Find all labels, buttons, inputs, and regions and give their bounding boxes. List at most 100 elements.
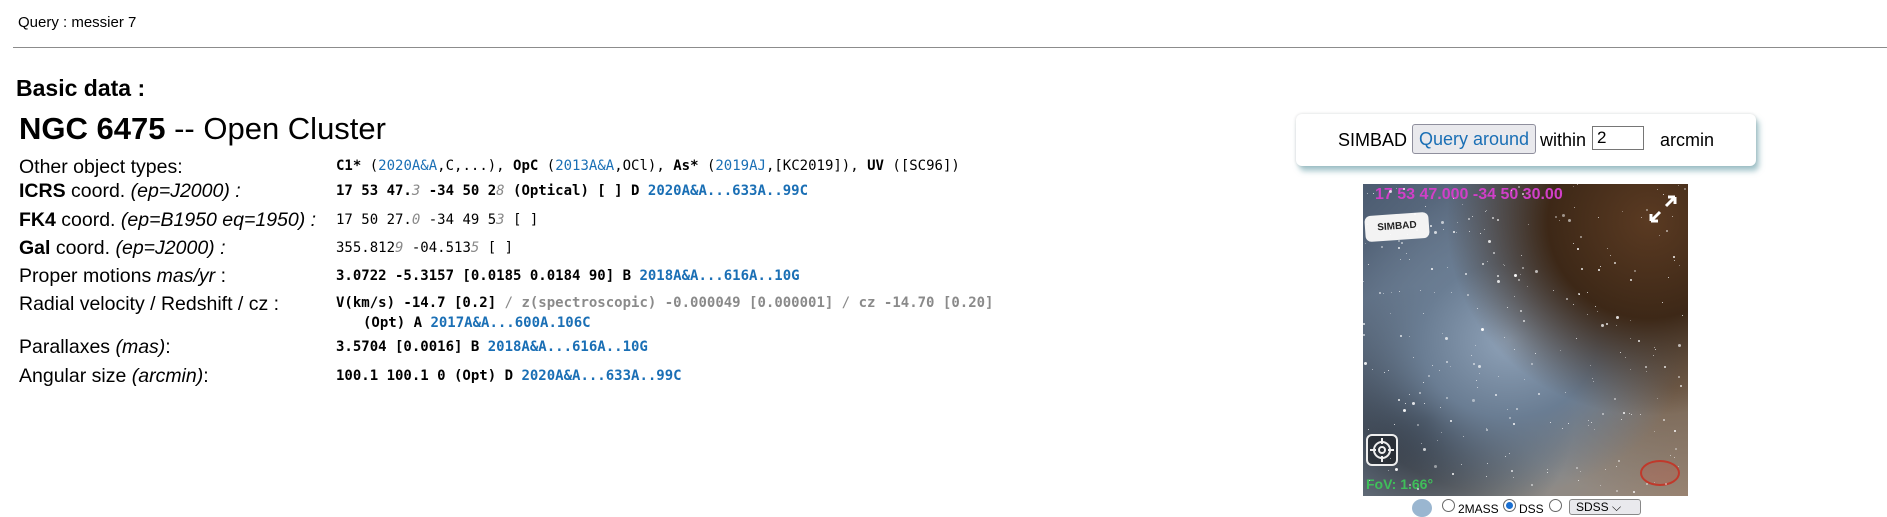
value-icrs-part[interactable]: 2020A&A...633A..99C [648,183,808,199]
value-other-types-part[interactable]: 2013A&A [555,158,614,174]
star [1670,455,1671,456]
ang-label-text: Angular size [19,365,132,387]
star [1423,382,1424,383]
value-other-types-part[interactable]: 2020A&A [378,158,437,174]
star [1472,216,1473,217]
value-proper-motions-part[interactable]: 2018A&A...616A..10G [639,268,799,284]
object-type: Open Cluster [203,111,386,146]
target-icon[interactable] [1366,434,1398,466]
star [1365,243,1366,244]
star [1468,218,1470,220]
star [1565,392,1566,393]
star [1588,425,1589,426]
ang-label-unit: (arcmin) [131,365,204,387]
star [1577,184,1578,185]
fk4-label-epoch: (ep=B1950 eq=1950) : [120,209,317,231]
star [1598,269,1600,271]
star [1428,375,1430,377]
value-gal-part: -04.513 [403,240,471,256]
star [1364,362,1367,365]
radius-input[interactable] [1592,126,1644,150]
star [1393,225,1394,226]
value-radial-velocity-ref-part[interactable]: 2017A&A...600A.106C [430,315,590,331]
value-parallaxes-part: 3.5704 [0.0016] B [336,339,488,355]
star [1580,471,1581,472]
star [1492,217,1494,219]
star [1409,336,1410,337]
star [1484,229,1485,230]
star [1472,399,1475,402]
star [1654,431,1655,432]
star [1487,261,1488,262]
simbad-logo: SIMBAD [1364,211,1430,243]
star [1597,311,1598,312]
star [1456,232,1457,233]
radio-2mass[interactable] [1442,499,1455,512]
star [1511,190,1512,191]
star [1383,293,1384,294]
star [1538,393,1540,395]
star [1453,198,1454,199]
star [1577,248,1579,250]
plx-label-unit: (mas) [115,336,166,358]
star [1446,361,1448,363]
star [1373,193,1374,194]
star [1482,263,1484,265]
star [1524,379,1525,380]
radio-sdss[interactable] [1549,499,1562,512]
value-other-types-part[interactable]: 2019AJ [715,158,766,174]
star [1630,320,1631,321]
star [1504,337,1505,338]
value-parallaxes-part[interactable]: 2018A&A...616A..10G [488,339,648,355]
value-gal-part: 355.812 [336,240,396,256]
star [1400,335,1402,337]
star [1413,357,1414,358]
star [1592,378,1593,379]
star [1622,211,1623,212]
value-icrs-part: 17 53 47. [336,183,412,199]
star [1398,399,1400,401]
star [1446,397,1448,399]
sky-viewer[interactable]: 17 53 47.000 -34 50 30.00 SIMBAD FoV: 1.… [1363,184,1688,496]
star [1514,274,1517,277]
star [1367,193,1368,194]
plx-label-text: Parallaxes [19,336,116,358]
star [1493,252,1495,254]
star [1555,216,1557,218]
star [1497,275,1499,277]
back-icon[interactable] [1412,499,1432,517]
star [1487,463,1488,464]
star [1602,413,1604,415]
star [1434,231,1437,234]
star [1403,409,1406,412]
star [1488,240,1491,243]
star [1595,306,1596,307]
query-around-button[interactable]: Query around [1412,124,1537,154]
star [1417,488,1419,490]
star [1363,281,1364,282]
star [1663,194,1664,195]
star [1682,315,1683,316]
radio-dss[interactable] [1503,499,1516,512]
survey-select[interactable]: SDSS ⌵ [1569,499,1641,515]
star [1600,266,1601,267]
star [1477,308,1478,309]
star [1390,458,1391,459]
star [1443,229,1444,230]
star [1516,408,1518,410]
star [1580,236,1582,238]
star [1638,340,1640,342]
simbad-label: SIMBAD [1338,130,1408,150]
star [1498,376,1499,377]
value-radial-velocity-part: V(km/s) -14.7 [0.2] [336,295,497,311]
star [1625,357,1626,358]
star [1440,407,1441,408]
fullscreen-icon[interactable] [1648,194,1678,224]
star [1424,403,1425,404]
star [1507,409,1508,410]
value-angular-size-part[interactable]: 2020A&A...633A..99C [521,368,681,384]
star [1406,253,1407,254]
star [1368,264,1369,265]
star [1417,424,1419,426]
star [1684,188,1686,190]
